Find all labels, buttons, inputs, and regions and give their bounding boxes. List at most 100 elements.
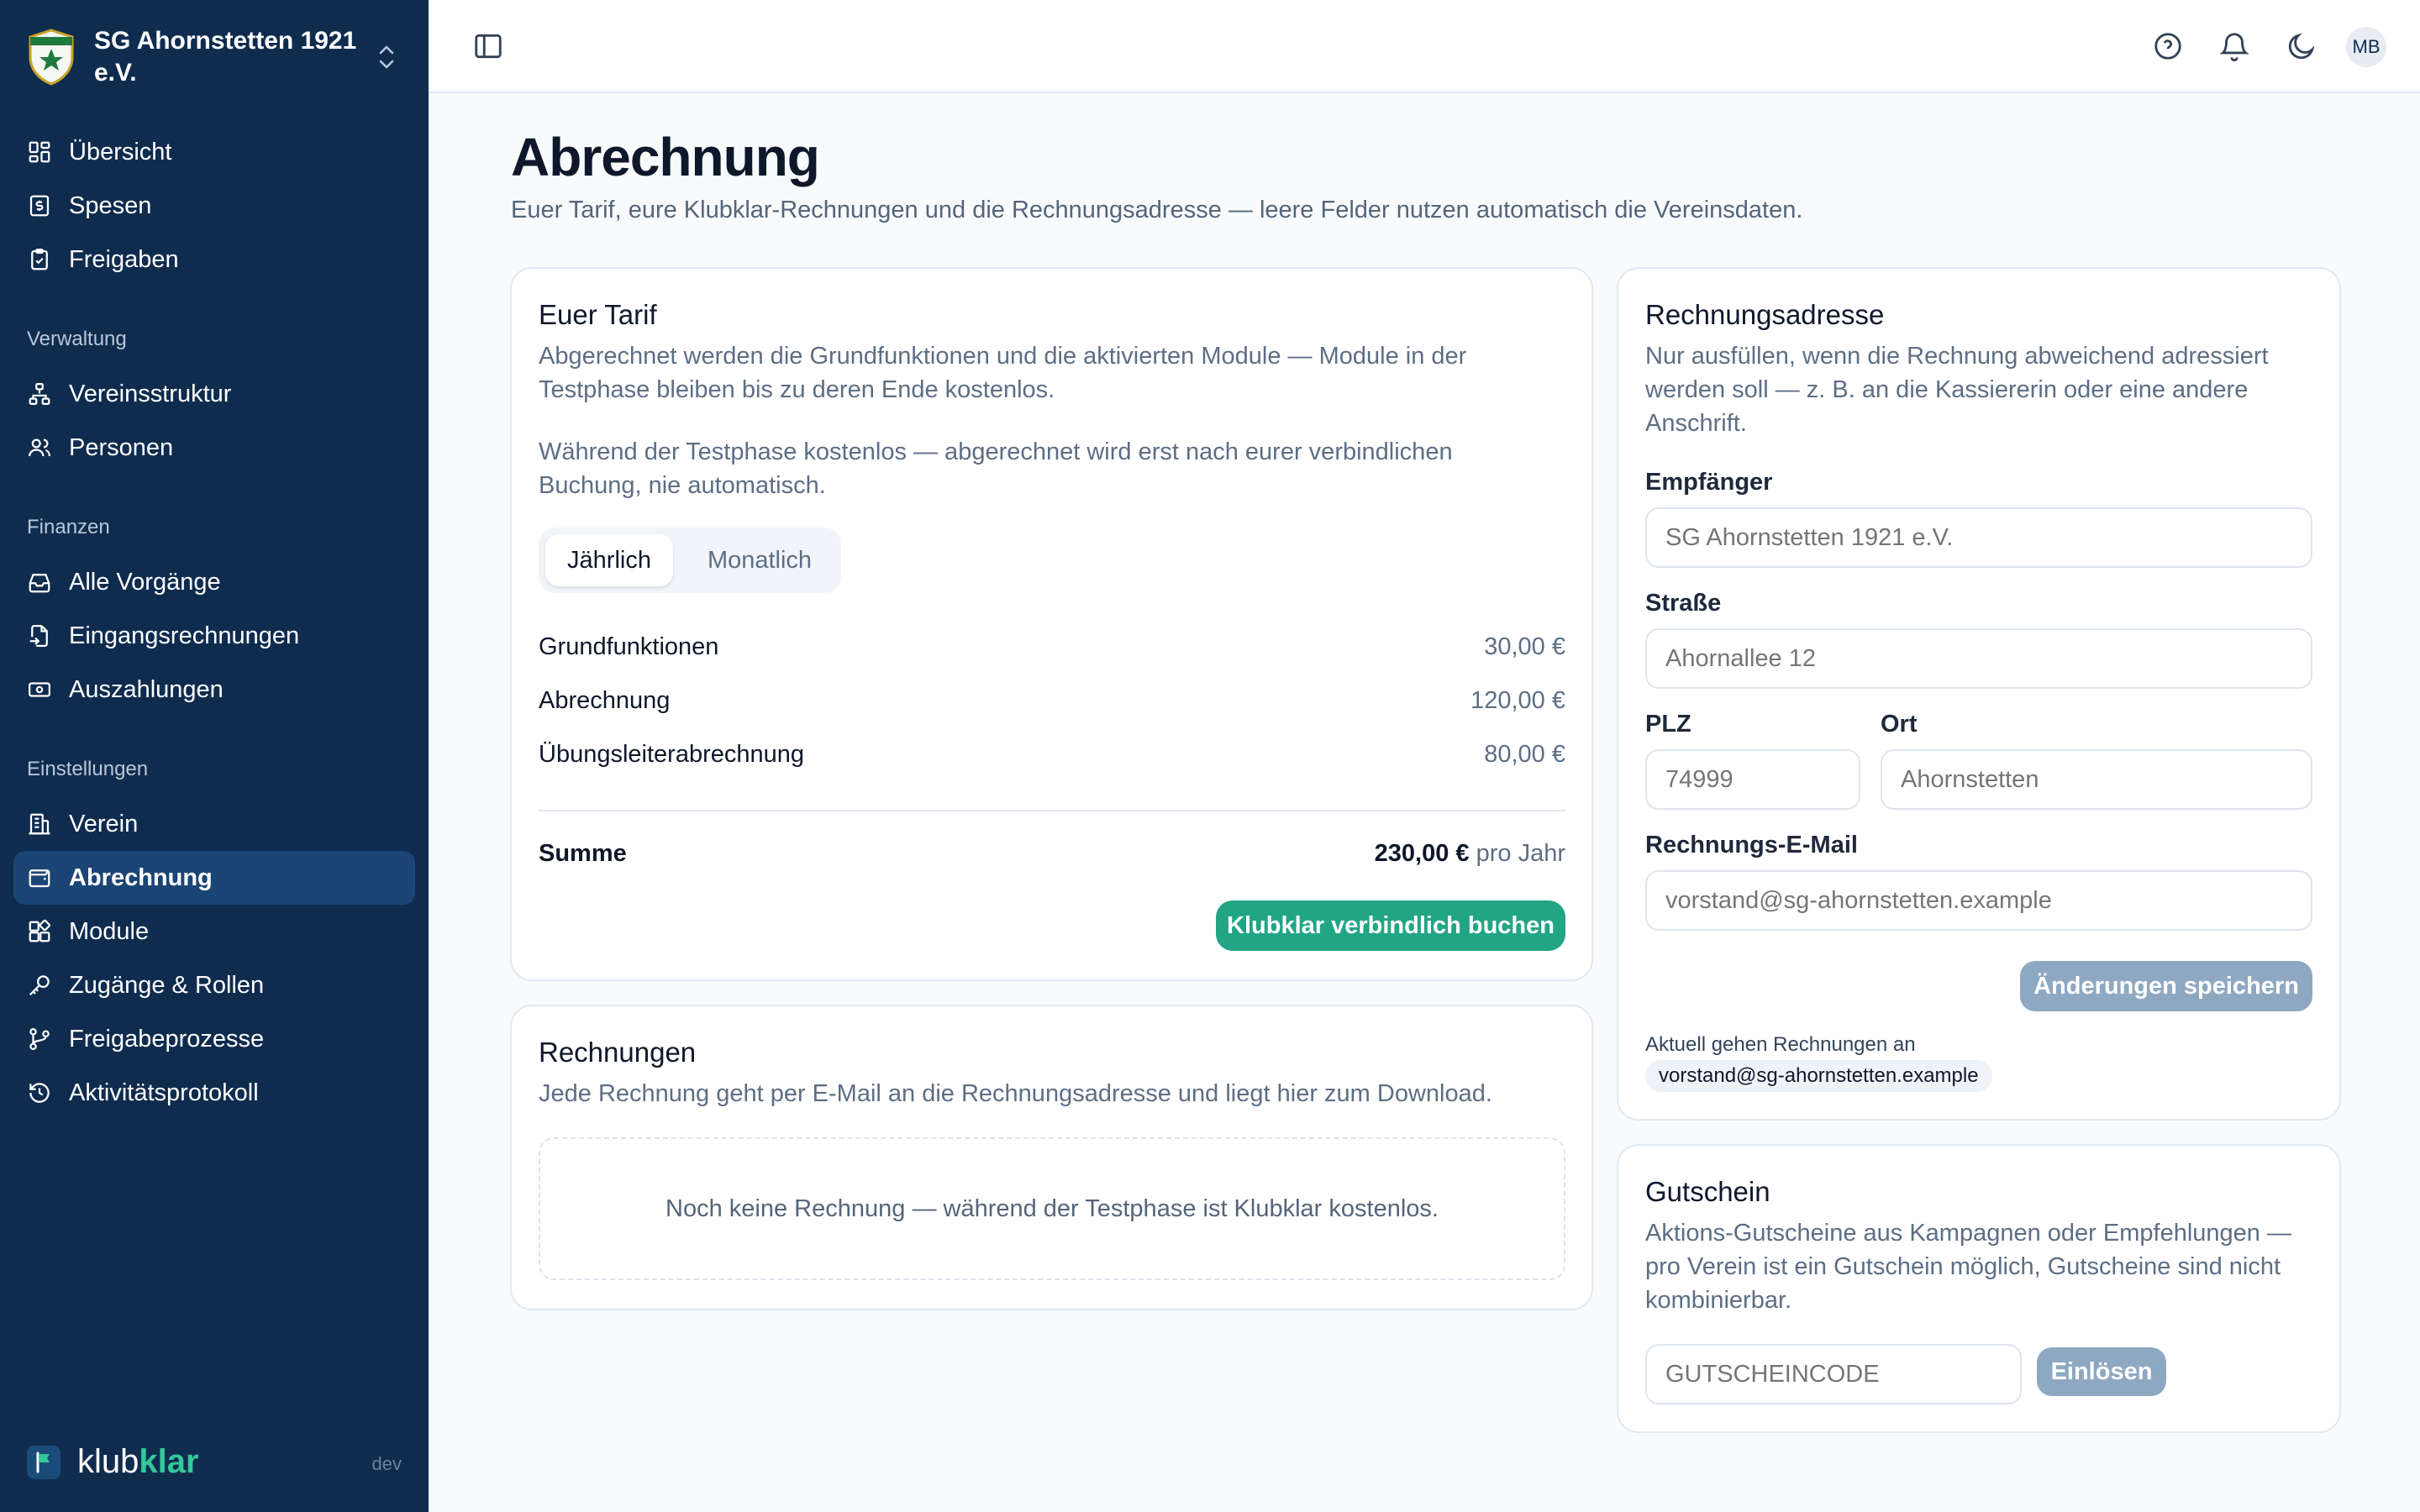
nav-label: Eingangsrechnungen bbox=[69, 622, 300, 649]
zip-input[interactable] bbox=[1645, 749, 1860, 810]
invoices-empty-state: Noch keine Rechnung — während der Testph… bbox=[539, 1137, 1565, 1280]
invoices-description: Jede Rechnung geht per E-Mail an die Rec… bbox=[539, 1080, 1492, 1107]
flag-logo-icon bbox=[27, 1445, 60, 1479]
club-crest-icon bbox=[29, 29, 74, 86]
billing-option-monthly[interactable]: Monatlich bbox=[685, 534, 834, 586]
price-row: Grundfunktionen 30,00 € bbox=[539, 633, 1565, 667]
price-row-label: Grundfunktionen bbox=[539, 633, 719, 660]
nav-item-verein[interactable]: Verein bbox=[13, 797, 415, 851]
invoice-email-input[interactable] bbox=[1645, 870, 2312, 931]
invoices-card: Rechnungen Jede Rechnung geht per E-Mail… bbox=[510, 1005, 1593, 1310]
price-row-value: 120,00 € bbox=[1470, 687, 1565, 714]
nav-item-freigabeprozesse[interactable]: Freigabeprozesse bbox=[13, 1012, 415, 1066]
recipient-input[interactable] bbox=[1645, 507, 2312, 568]
banknote-icon bbox=[29, 682, 50, 697]
nav-item-abrechnung[interactable]: Abrechnung bbox=[13, 851, 415, 905]
puzzle-grid-icon bbox=[29, 919, 51, 942]
voucher-code-input[interactable] bbox=[1645, 1344, 2022, 1404]
nav-item-personen[interactable]: Personen bbox=[13, 421, 415, 475]
sum-row: Summe 230,00 € pro Jahr bbox=[539, 840, 1565, 874]
nav-item-zugaenge-rollen[interactable]: Zugänge & Rollen bbox=[13, 958, 415, 1012]
nav-item-vereinsstruktur[interactable]: Vereinsstruktur bbox=[13, 367, 415, 421]
building-icon bbox=[29, 813, 50, 835]
billing-period-toggle: Jährlich Monatlich bbox=[539, 528, 841, 593]
save-changes-button[interactable]: Änderungen speichern bbox=[2020, 961, 2312, 1011]
klubklar-logo: klub klar bbox=[27, 1443, 199, 1481]
nav-item-aktivitaetsprotokoll[interactable]: Aktivitätsprotokoll bbox=[13, 1066, 415, 1120]
tarif-description: Abgerechnet werden die Grundfunktionen u… bbox=[539, 343, 1467, 403]
price-row: Übungsleiterabrechnung 80,00 € bbox=[539, 741, 1565, 774]
price-row-label: Übungsleiterabrechnung bbox=[539, 741, 804, 768]
nav-label: Spesen bbox=[69, 192, 152, 219]
nav-label: Freigabeprozesse bbox=[69, 1025, 265, 1053]
history-icon bbox=[29, 1083, 50, 1103]
inbox-icon bbox=[29, 574, 50, 593]
users-icon bbox=[29, 438, 50, 457]
nav-label: Zugänge & Rollen bbox=[69, 971, 265, 999]
zip-label: PLZ bbox=[1645, 711, 1691, 738]
nav-item-freigaben[interactable]: Freigaben bbox=[13, 233, 415, 286]
nav-item-spesen[interactable]: Spesen bbox=[13, 179, 415, 233]
hierarchy-icon bbox=[29, 383, 50, 405]
redeem-voucher-button[interactable]: Einlösen bbox=[2037, 1347, 2166, 1396]
nav-label: Module bbox=[69, 917, 150, 945]
billing-option-yearly[interactable]: Jährlich bbox=[545, 534, 673, 586]
nav-label: Abrechnung bbox=[69, 864, 213, 891]
environment-badge: dev bbox=[371, 1453, 402, 1474]
moon-icon[interactable] bbox=[2286, 30, 2317, 62]
tarif-trial-note: Während der Testphase kostenlos — abgere… bbox=[539, 438, 1453, 499]
invoices-title: Rechnungen bbox=[539, 1037, 697, 1068]
top-bar: MB bbox=[429, 0, 2420, 93]
key-icon bbox=[29, 975, 50, 996]
street-input[interactable] bbox=[1645, 628, 2312, 689]
book-klubklar-button[interactable]: Klubklar verbindlich buchen bbox=[1216, 900, 1565, 951]
sum-period: pro Jahr bbox=[1476, 840, 1565, 867]
voucher-card: Gutschein Aktions-Gutscheine aus Kampagn… bbox=[1617, 1144, 2341, 1433]
nav-item-eingangsrechnungen[interactable]: Eingangsrechnungen bbox=[13, 609, 415, 663]
sum-label: Summe bbox=[539, 840, 627, 867]
recipient-label: Empfänger bbox=[1645, 469, 1773, 496]
club-switcher[interactable]: SG Ahornstetten 1921 e.V. bbox=[27, 24, 410, 91]
street-label: Straße bbox=[1645, 590, 1722, 617]
tarif-title: Euer Tarif bbox=[539, 299, 657, 330]
page-subtitle: Euer Tarif, eure Klubklar-Rechnungen und… bbox=[511, 197, 1803, 223]
help-icon[interactable] bbox=[2152, 30, 2184, 62]
voucher-title: Gutschein bbox=[1645, 1176, 1770, 1207]
billing-address-card: Rechnungsadresse Nur ausfüllen, wenn die… bbox=[1617, 267, 2341, 1121]
sidebar: SG Ahornstetten 1921 e.V. Übersicht Spes… bbox=[0, 0, 429, 1512]
nav-section-finanzen: Finanzen bbox=[27, 516, 110, 538]
wallet-icon bbox=[29, 869, 50, 888]
nav-label: Alle Vorgänge bbox=[69, 568, 221, 596]
price-row: Abrechnung 120,00 € bbox=[539, 687, 1565, 721]
nav-label: Freigaben bbox=[69, 245, 179, 273]
current-recipient-email: vorstand@sg-ahornstetten.example bbox=[1645, 1060, 1992, 1092]
nav-item-uebersicht[interactable]: Übersicht bbox=[13, 125, 415, 179]
sum-divider bbox=[539, 810, 1565, 811]
user-avatar[interactable]: MB bbox=[2346, 27, 2386, 67]
git-branch-icon bbox=[29, 1028, 50, 1050]
brand-part-1: klub bbox=[77, 1443, 139, 1480]
sum-value: 230,00 € bbox=[1374, 840, 1470, 867]
nav-label: Aktivitätsprotokoll bbox=[69, 1079, 259, 1106]
page-title: Abrechnung bbox=[511, 127, 820, 187]
nav-section-einstellungen: Einstellungen bbox=[27, 758, 149, 780]
chevron-up-down-icon bbox=[379, 45, 394, 69]
city-input[interactable] bbox=[1881, 749, 2312, 810]
nav-item-alle-vorgaenge[interactable]: Alle Vorgänge bbox=[13, 555, 415, 609]
price-row-label: Abrechnung bbox=[539, 687, 671, 714]
sidebar-toggle-icon[interactable] bbox=[472, 30, 504, 62]
dashboard-icon bbox=[29, 141, 50, 163]
nav-item-auszahlungen[interactable]: Auszahlungen bbox=[13, 663, 415, 717]
billing-address-description: Nur ausfüllen, wenn die Rechnung abweich… bbox=[1645, 343, 2269, 437]
receipt-icon bbox=[29, 195, 50, 217]
clipboard-check-icon bbox=[31, 249, 48, 270]
nav-item-module[interactable]: Module bbox=[13, 905, 415, 958]
price-row-value: 80,00 € bbox=[1484, 741, 1565, 768]
nav-section-verwaltung: Verwaltung bbox=[27, 328, 127, 350]
nav-label: Auszahlungen bbox=[69, 675, 224, 703]
city-label: Ort bbox=[1881, 711, 1918, 738]
club-name: SG Ahornstetten 1921 e.V. bbox=[94, 27, 357, 87]
bell-icon[interactable] bbox=[2218, 30, 2250, 62]
billing-address-title: Rechnungsadresse bbox=[1645, 299, 1885, 330]
nav-label: Übersicht bbox=[69, 138, 172, 165]
